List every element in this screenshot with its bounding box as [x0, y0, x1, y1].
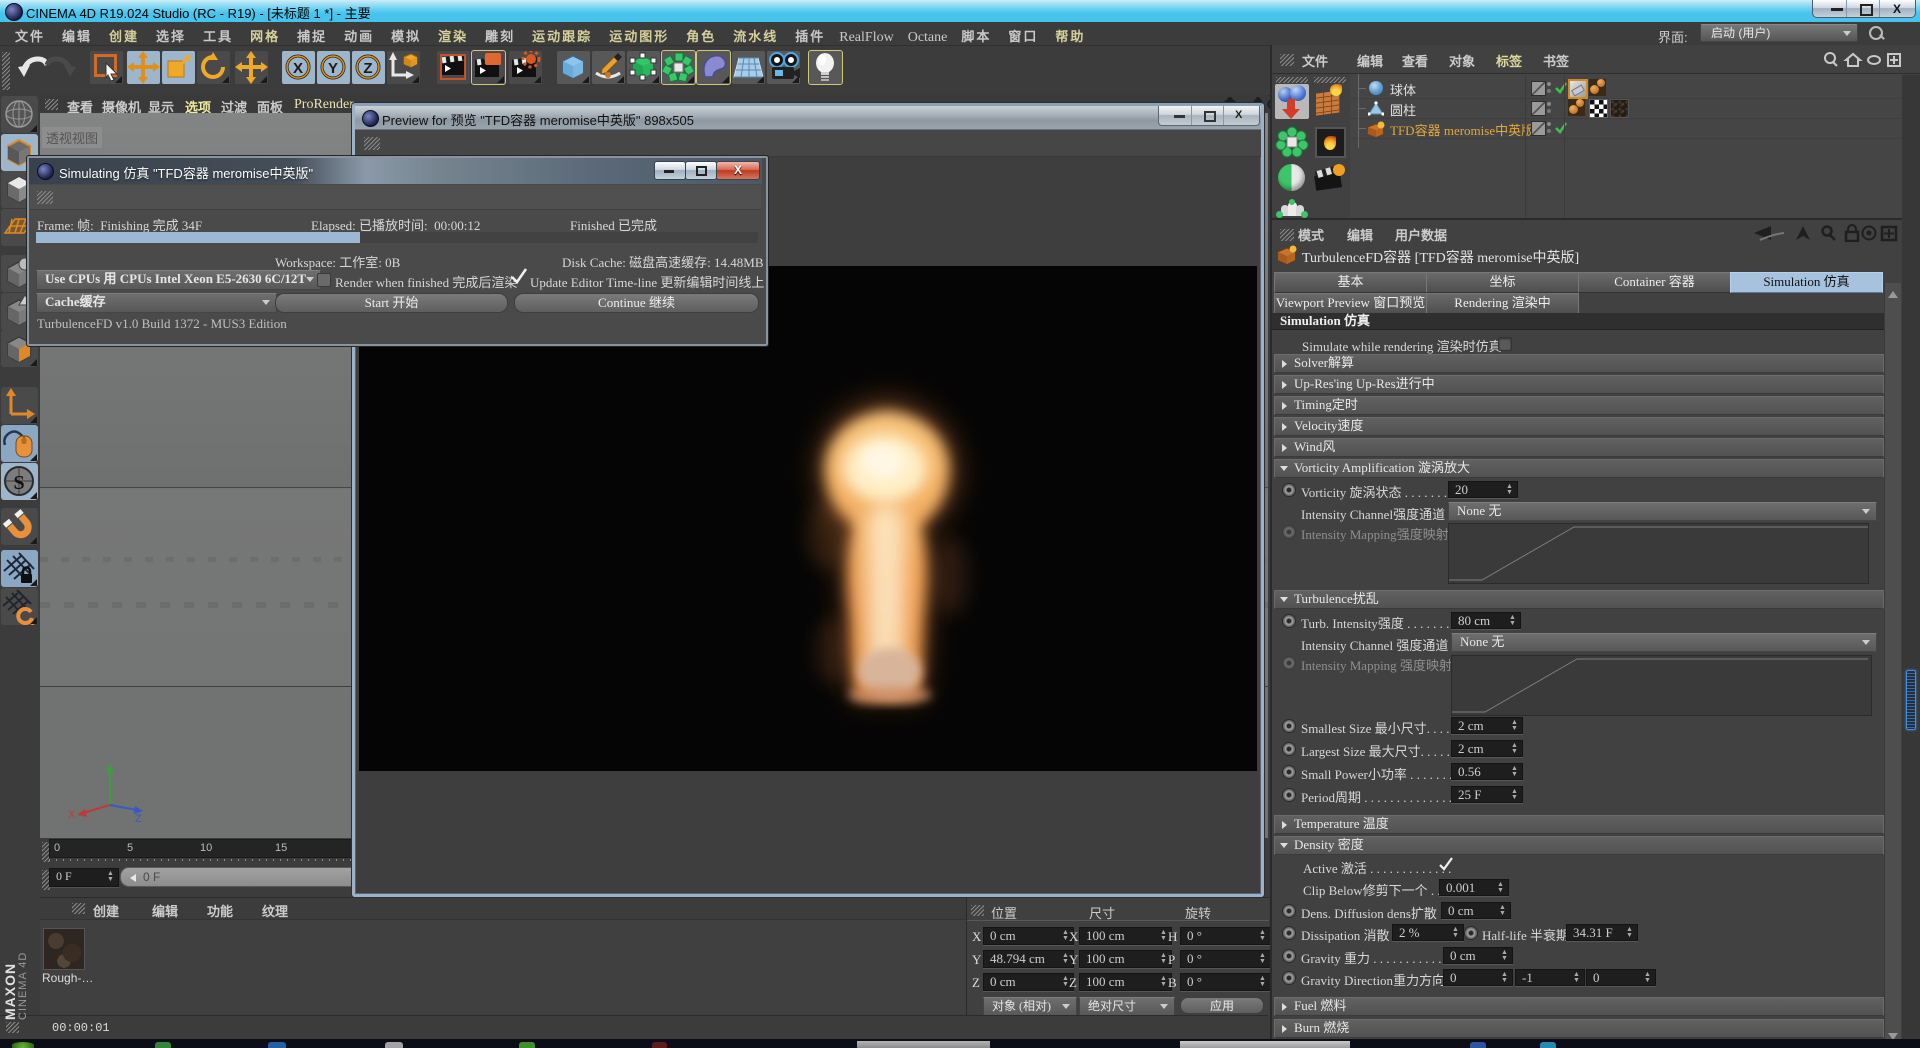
svg-text:Z: Z [363, 60, 372, 77]
svg-text:Y: Y [328, 60, 338, 77]
svg-text:X: X [293, 60, 303, 77]
svg-text:X: X [68, 809, 76, 821]
svg-text:Z: Z [135, 813, 142, 823]
svg-text:S: S [13, 472, 24, 494]
svg-text:Y: Y [105, 765, 113, 777]
